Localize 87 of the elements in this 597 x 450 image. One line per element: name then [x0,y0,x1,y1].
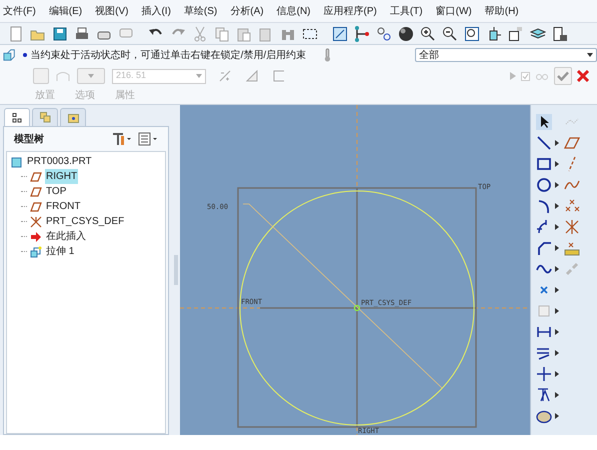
csys-tool-icon[interactable] [564,219,580,235]
tree-item[interactable]: PRT0003.PRT [26,154,93,169]
zoom-fit-icon[interactable] [464,26,480,42]
flyout-arrow-icon[interactable] [555,182,559,188]
csys-icon [30,216,42,228]
sketch-view-icon[interactable] [332,26,348,42]
palette-icon[interactable] [536,408,552,424]
flyout-arrow-icon[interactable] [555,224,559,230]
thicken-icon [246,70,258,82]
menu-item[interactable]: 视图(V) [95,4,128,18]
dimension-tool-icon[interactable] [536,324,552,340]
menu-item[interactable]: 草绘(S) [184,4,218,18]
thermometer-icon [324,47,332,63]
menu-item[interactable]: 分析(A) [230,4,264,18]
layers-icon [40,112,50,123]
circle-tool-icon[interactable] [536,177,552,193]
flip-icon [219,70,231,82]
flyout-arrow-icon[interactable] [555,371,559,377]
settings-icon[interactable] [112,132,132,146]
flyout-arrow-icon[interactable] [555,161,559,167]
constraint-display-icon[interactable] [354,26,370,42]
caret-icon [88,74,94,78]
insert-icon [30,230,42,242]
plane-icon [30,170,42,182]
flyout-arrow-icon[interactable] [555,266,559,272]
tree-item[interactable]: 在此插入 [45,229,87,244]
menu-item[interactable]: 编辑(E) [48,4,82,18]
plane-icon [30,186,42,198]
text-tool-icon[interactable] [536,387,552,403]
tree-item[interactable]: FRONT [45,199,82,214]
tree-item[interactable]: TOP [45,184,68,199]
panel-title: 模型树 [14,132,44,146]
surface-icon [56,70,70,82]
confirm-button[interactable] [554,67,572,85]
checkbox-icon[interactable] [521,72,530,80]
flyout-arrow-icon[interactable] [555,350,559,356]
sketch-icon [3,48,16,62]
flyout-arrow-icon[interactable] [555,329,559,335]
flyout-arrow-icon[interactable] [555,287,559,293]
zoom-in-icon[interactable] [420,26,436,42]
constraint-tool-icon[interactable] [536,366,552,382]
arc-tool-icon[interactable] [536,198,552,214]
flyout-arrow-icon[interactable] [555,203,559,209]
menu-item[interactable]: 文件(F) [3,4,36,18]
points-icon[interactable] [564,198,580,214]
tree-tab[interactable] [4,108,30,126]
tree-icon [12,112,22,122]
flyout-arrow-icon[interactable] [555,413,559,419]
zoom-out-icon[interactable] [442,26,458,42]
filter-dropdown[interactable]: 全部 [415,48,597,62]
line-tool-icon[interactable] [536,135,552,151]
splitter-handle[interactable] [174,255,178,285]
rectangle-tool-icon[interactable] [536,156,552,172]
menu-item[interactable]: 帮助(H) [484,4,519,18]
list-icon[interactable] [138,132,158,146]
flyout-arrow-icon[interactable] [555,392,559,398]
folder-icon [68,112,78,122]
extrude-icon [30,246,42,258]
bracket-icon [273,70,285,82]
close-icon[interactable] [577,70,589,82]
saved-views-icon[interactable] [508,26,524,42]
parallelogram-icon[interactable] [564,135,580,151]
flyout-arrow-icon[interactable] [555,245,559,251]
plane-icon [30,200,42,212]
flyout-arrow-icon[interactable] [555,308,559,314]
caret-icon [587,53,594,57]
save-icon[interactable] [52,26,68,42]
part-icon [11,156,23,168]
origin-point [354,304,360,312]
tree-item[interactable]: 拉伸 1 [45,244,76,259]
new-file-icon[interactable] [8,26,24,42]
menu-item[interactable]: 应用程序(P) [324,4,377,18]
menu-item[interactable]: 插入(I) [141,4,171,18]
menu-item[interactable]: 信息(N) [276,4,310,18]
tree-item[interactable]: PRT_CSYS_DEF [45,214,126,229]
layers-icon[interactable] [530,26,546,42]
ruler-icon[interactable] [564,240,580,256]
caret-icon [196,74,202,78]
shaded-sphere-icon[interactable] [398,26,414,42]
vertex-display-icon[interactable] [376,26,392,42]
menu-item[interactable]: 窗口(W) [436,4,472,18]
menu-item[interactable]: 工具(T) [390,4,423,18]
chamfer-tool-icon[interactable] [536,240,552,256]
status-message: 当约束处于活动状态时，可通过单击右键在锁定/禁用/启用约束 [30,48,306,62]
tree-item[interactable]: RIGHT [45,169,78,184]
flyout-arrow-icon[interactable] [555,140,559,146]
print-icon[interactable] [74,26,90,42]
